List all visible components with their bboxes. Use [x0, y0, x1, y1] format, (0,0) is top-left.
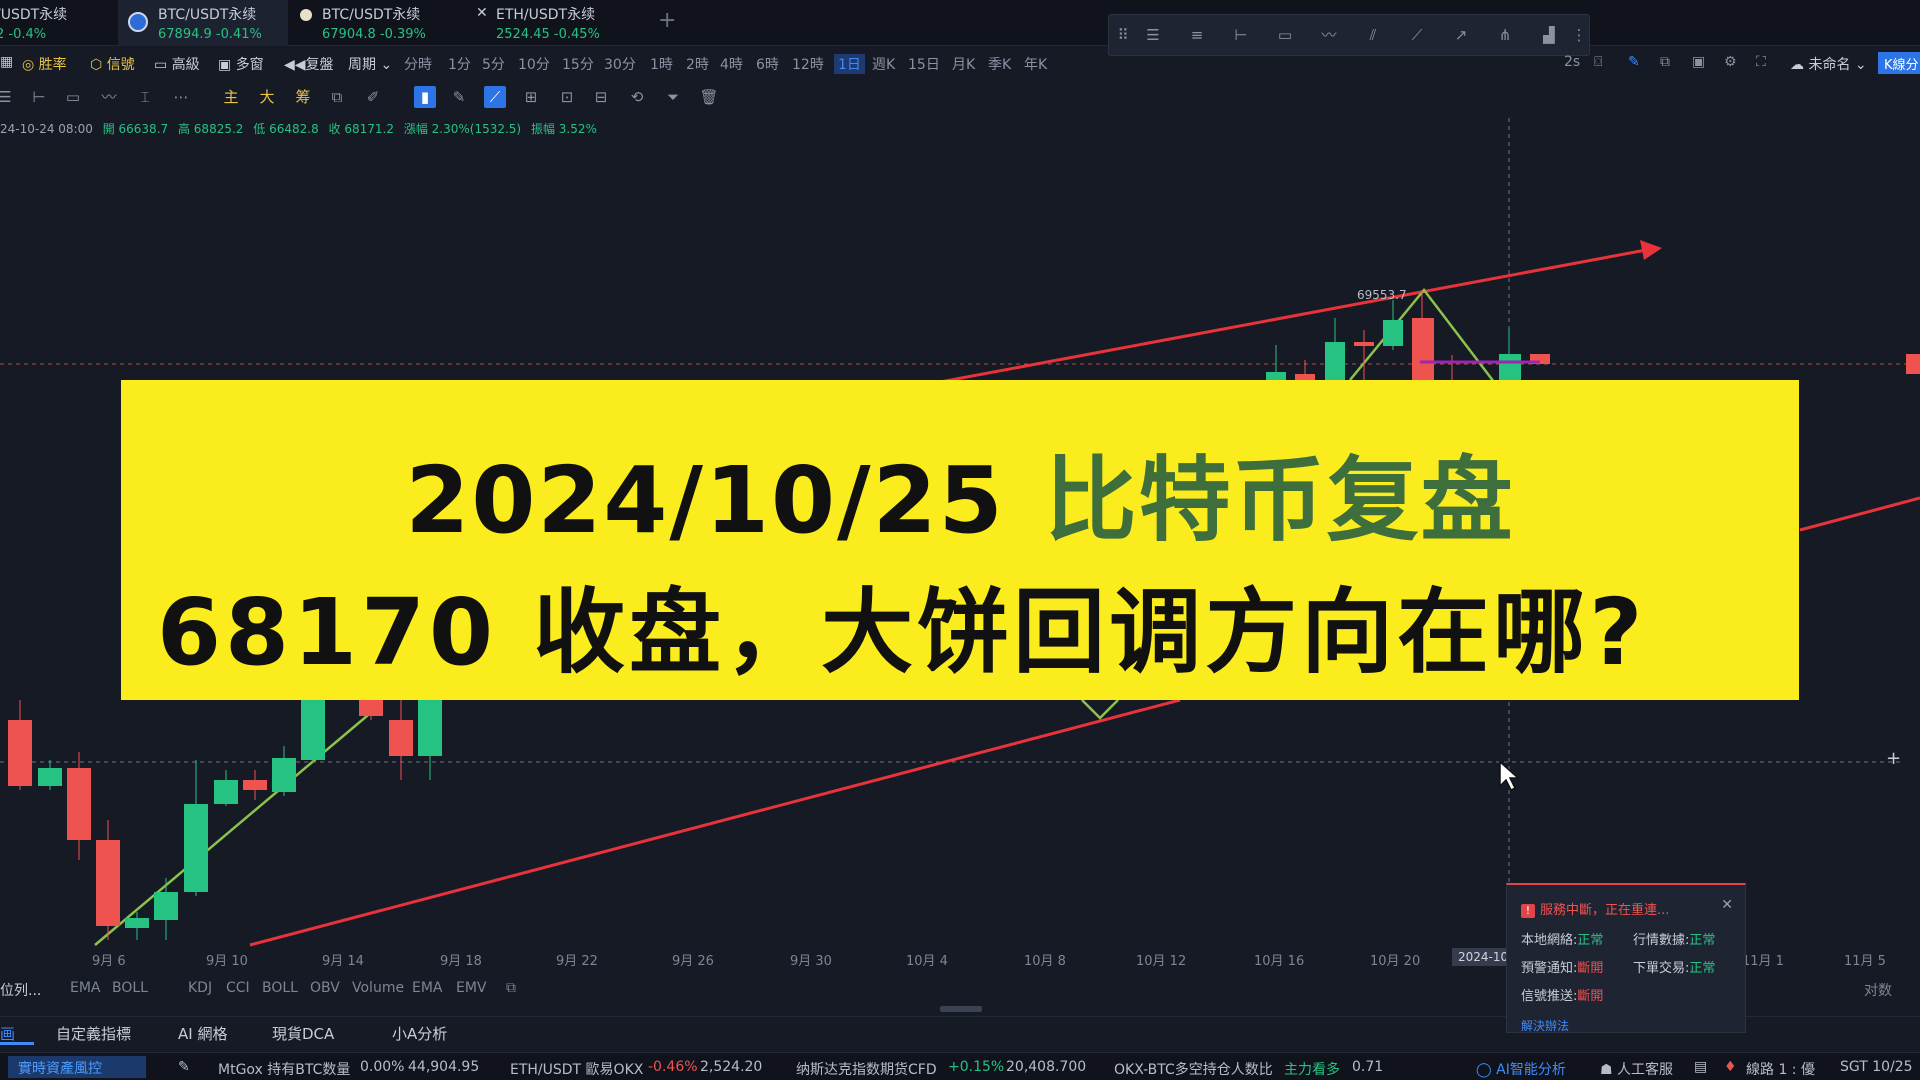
x-tick: 10月 12: [1136, 954, 1187, 969]
candle[interactable]: [184, 804, 208, 892]
candles-top: 69553.7: [1266, 288, 1550, 382]
candle[interactable]: [154, 892, 178, 920]
candles-bottom: [8, 700, 442, 940]
active-tab-indicator: [0, 1042, 34, 1045]
ticker-value-mtgox: 44,904.95: [408, 1059, 480, 1075]
x-tick: 11月 5: [1844, 954, 1886, 969]
ticker-label-mtgox: MtGox 持有BTC数量: [218, 1062, 351, 1078]
log-scale-toggle[interactable]: 对数: [1864, 980, 1892, 1000]
candle[interactable]: [418, 700, 442, 756]
indicator-ema[interactable]: EMA: [70, 980, 101, 996]
ai-analysis-button[interactable]: ◯ AI智能分析: [1476, 1059, 1566, 1079]
edit-ticker-icon[interactable]: ✎: [178, 1059, 190, 1075]
high-annotation: 69553.7: [1357, 288, 1407, 302]
add-alert-plus-icon[interactable]: +: [1886, 748, 1901, 769]
candle[interactable]: [96, 840, 120, 926]
candle[interactable]: [67, 768, 91, 840]
candle[interactable]: [1325, 342, 1345, 382]
ticker-value-nasdaq: 20,408.700: [1006, 1059, 1087, 1075]
indicator-cci[interactable]: CCI: [226, 980, 250, 996]
candle[interactable]: [8, 720, 32, 786]
risk-control-button[interactable]: 實時資產風控: [8, 1056, 146, 1078]
x-tick: 9月 6: [92, 954, 126, 969]
candle[interactable]: [1354, 342, 1374, 346]
tab-custom-indicators[interactable]: 自定義指標: [56, 1023, 131, 1044]
pattern-line-left: [94, 704, 381, 946]
indicator-obv[interactable]: OBV: [310, 980, 340, 996]
ticker-sentiment-okx: 主力看多: [1284, 1062, 1340, 1078]
ticker-pct-eth: -0.46%: [648, 1059, 698, 1075]
tab-ai-grid[interactable]: AI 網格: [178, 1023, 227, 1044]
trend-arrow-head: [1640, 240, 1662, 260]
candle[interactable]: [272, 758, 296, 792]
status-row-trading: 下單交易:正常: [1633, 961, 1716, 976]
status-row-signal-push: 信號推送:斷開: [1521, 989, 1604, 1004]
title-banner: 2024/10/25 比特币复盘 68170 收盘，大饼回调方向在哪?: [121, 380, 1799, 700]
clock-time: SGT 10/25: [1840, 1059, 1913, 1075]
x-tick: 10月 20: [1370, 954, 1421, 969]
candle[interactable]: [38, 768, 62, 786]
ticker-label-okx-ratio: OKX-BTC多空持仓人数比: [1114, 1062, 1273, 1078]
customer-service-button[interactable]: ☗ 人工客服: [1600, 1059, 1673, 1079]
mouse-cursor-icon: [1499, 760, 1520, 792]
banner-line-2: 68170 收盘，大饼回调方向在哪?: [157, 579, 1647, 686]
ticker-pct-mtgox: 0.00%: [360, 1059, 405, 1075]
candle[interactable]: [301, 700, 325, 760]
indicator-emv[interactable]: EMV: [456, 980, 487, 996]
candle[interactable]: [1412, 318, 1434, 382]
route-status-icon: ♦: [1724, 1059, 1737, 1075]
indicator-kdj[interactable]: KDJ: [188, 980, 212, 996]
x-tick: 10月 8: [1024, 954, 1066, 969]
ticker-label-nasdaq: 纳斯达克指数期货CFD: [796, 1062, 937, 1078]
position-label[interactable]: 位列...: [0, 980, 41, 1000]
banner-line-1: 2024/10/25 比特币复盘: [121, 426, 1799, 559]
pattern-line-mid: [1081, 699, 1119, 720]
notes-icon[interactable]: ▤: [1694, 1059, 1707, 1075]
x-tick: 9月 22: [556, 954, 598, 969]
x-tick: 9月 10: [206, 954, 248, 969]
x-tick: 9月 26: [672, 954, 714, 969]
status-row-local-network: 本地網絡:正常: [1521, 933, 1604, 948]
solution-link[interactable]: 解決辦法: [1521, 1017, 1569, 1034]
banner-date: 2024/10/25: [405, 447, 1005, 554]
x-tick: 11月 1: [1742, 954, 1784, 969]
tab-draw[interactable]: 画: [0, 1023, 15, 1044]
panel-splitter[interactable]: [940, 1006, 982, 1012]
indicator-boll-sub[interactable]: BOLL: [262, 980, 298, 996]
close-panel-icon[interactable]: ✕: [1721, 897, 1733, 913]
candle[interactable]: [214, 780, 238, 804]
x-tick: 9月 14: [322, 954, 364, 969]
last-price-tag: [1906, 354, 1920, 374]
connection-status-panel: 服務中斷，正在重連... ✕ 本地網絡:正常 行情數據:正常 預警通知:斷開 下…: [1506, 883, 1746, 1033]
lower-trend-line-right: [1799, 496, 1920, 532]
candle[interactable]: [1383, 320, 1403, 346]
status-row-alerts: 預警通知:斷開: [1521, 961, 1604, 976]
indicator-volume[interactable]: Volume: [352, 980, 404, 996]
x-tick: 9月 30: [790, 954, 832, 969]
x-cursor-label: 2024-10: [1452, 948, 1515, 966]
connection-error-title: 服務中斷，正在重連...: [1521, 899, 1669, 918]
candle[interactable]: [359, 700, 383, 716]
ticker-label-eth: ETH/USDT 歐易OKX: [510, 1062, 644, 1078]
ticker-pct-nasdaq: +0.15%: [948, 1059, 1005, 1075]
indicator-boll[interactable]: BOLL: [112, 980, 148, 996]
candle[interactable]: [1499, 354, 1521, 382]
candle[interactable]: [243, 780, 267, 790]
ticker-value-eth: 2,524.20: [700, 1059, 763, 1075]
banner-title: 比特币复盘: [1044, 447, 1515, 554]
candle[interactable]: [389, 720, 413, 756]
candle[interactable]: [125, 918, 149, 928]
status-row-market-data: 行情數據:正常: [1633, 933, 1716, 948]
x-tick: 10月 16: [1254, 954, 1305, 969]
x-tick: 10月 4: [906, 954, 948, 969]
tab-xiaoa-analysis[interactable]: 小A分析: [392, 1023, 447, 1044]
ticker-value-okx-ratio: 0.71: [1352, 1059, 1384, 1075]
route-status[interactable]: 線路 1 : 優: [1746, 1059, 1815, 1079]
edit-indicators-icon[interactable]: ⧉: [506, 980, 516, 996]
status-bar: 實時資產風控 ✎ MtGox 持有BTC数量 0.00% 44,904.95 E…: [0, 1052, 1920, 1080]
tab-spot-dca[interactable]: 現貨DCA: [272, 1023, 334, 1044]
indicator-ema-sub[interactable]: EMA: [412, 980, 443, 996]
x-tick: 9月 18: [440, 954, 482, 969]
